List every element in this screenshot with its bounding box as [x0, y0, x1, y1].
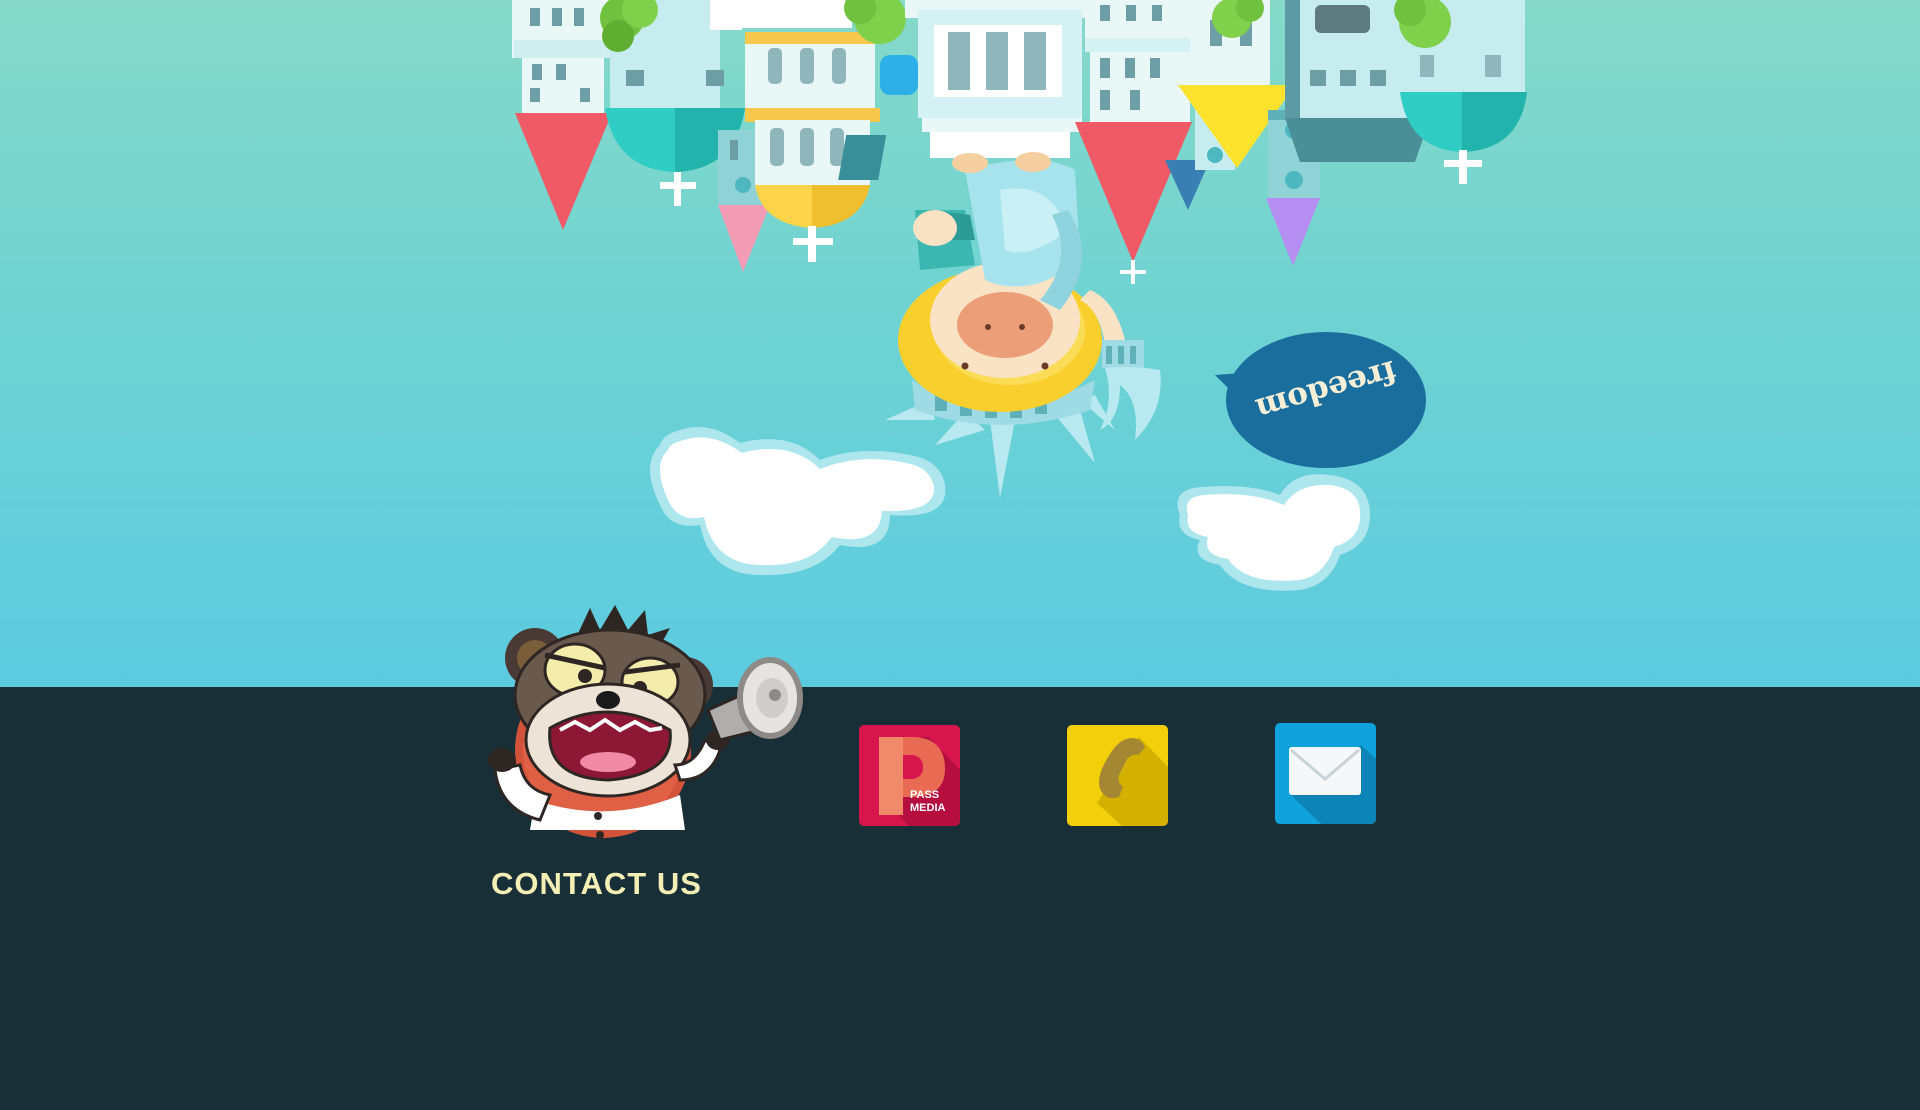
phone-icon	[1067, 725, 1168, 826]
contact-us-heading: CONTACT US	[491, 866, 702, 901]
passmedia-link[interactable]: PASS MEDIA	[859, 725, 960, 826]
envelope-icon	[1275, 723, 1376, 824]
page: freedom CONTACT US PASS MEDIA	[0, 0, 1920, 1110]
angry-bear-megaphone-icon	[488, 605, 803, 839]
passmedia-label: PASS MEDIA	[910, 789, 946, 814]
phone-link[interactable]	[1067, 725, 1168, 826]
hero-scene: freedom	[0, 0, 1920, 687]
footer	[0, 687, 1920, 1110]
email-link[interactable]	[1275, 723, 1376, 824]
upside-down-city-illustration	[512, 0, 1527, 591]
